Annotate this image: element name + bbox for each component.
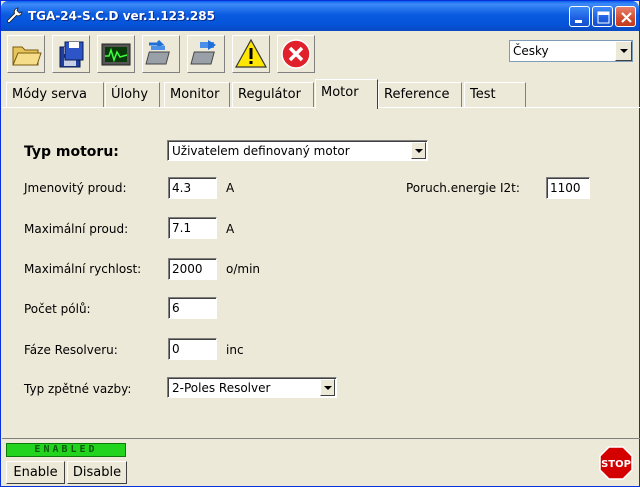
tab-label: Módy serva <box>12 87 88 102</box>
tab-label: Úlohy <box>111 87 149 102</box>
stop-button[interactable]: STOP <box>598 445 634 483</box>
upload-button[interactable] <box>187 35 225 73</box>
chevron-down-icon[interactable] <box>411 142 426 159</box>
max-current-field[interactable]: 7.1 <box>168 217 217 239</box>
fault-energy-label: Poruch.energie I2t: <box>406 181 520 195</box>
tab-reference[interactable]: Reference <box>378 82 462 107</box>
resolver-phase-value: 0 <box>172 342 180 356</box>
feedback-type-value: 2-Poles Resolver <box>172 381 271 395</box>
disable-button[interactable]: Disable <box>67 461 127 484</box>
chevron-down-icon[interactable] <box>320 379 335 396</box>
tab-label: Motor <box>321 85 359 100</box>
tab-label: Monitor <box>170 87 220 102</box>
warning-button[interactable] <box>232 35 270 73</box>
tab-motor[interactable]: Motor <box>315 79 378 109</box>
max-speed-label: Maximální rychlost: <box>24 262 142 276</box>
warning-icon <box>235 38 267 68</box>
monitor-scope-icon <box>101 43 131 66</box>
maximize-icon <box>597 11 610 24</box>
max-current-label: Maximální proud: <box>24 222 129 236</box>
max-speed-value: 2000 <box>172 262 203 276</box>
enabled-indicator: ENABLED <box>6 443 126 457</box>
feedback-type-label: Typ zpětné vazby: <box>24 382 132 396</box>
feedback-type-select[interactable]: 2-Poles Resolver <box>167 377 337 398</box>
fault-energy-field[interactable]: 1100 <box>546 177 590 199</box>
max-speed-unit: o/min <box>226 262 261 276</box>
title-bar[interactable]: TGA-24-S.C.D ver.1.123.285 <box>1 1 639 31</box>
tab-label: Reference <box>384 87 450 102</box>
motor-type-value: Uživatelem definovaný motor <box>172 144 350 158</box>
disable-label: Disable <box>72 465 122 480</box>
download-chip-icon <box>145 39 170 65</box>
poles-field[interactable]: 6 <box>168 297 217 319</box>
error-button[interactable] <box>277 35 315 73</box>
open-folder-icon <box>12 46 42 66</box>
resolver-phase-label: Fáze Resolveru: <box>24 343 118 357</box>
motor-type-select[interactable]: Uživatelem definovaný motor <box>167 140 428 161</box>
enable-button[interactable]: Enable <box>6 461 65 484</box>
panel-divider <box>2 438 640 439</box>
tab-monitor[interactable]: Monitor <box>164 82 230 107</box>
max-current-unit: A <box>226 222 235 236</box>
resolver-phase-unit: inc <box>226 343 244 357</box>
enabled-text: ENABLED <box>34 444 98 455</box>
maximize-button[interactable] <box>592 6 613 27</box>
motor-type-label: Typ motoru: <box>24 144 119 160</box>
app-window: TGA-24-S.C.D ver.1.123.285 Česky Módy se… <box>0 0 640 487</box>
tab-regulator[interactable]: Regulátor <box>232 82 314 107</box>
window-title: TGA-24-S.C.D ver.1.123.285 <box>28 9 215 23</box>
max-current-value: 7.1 <box>172 221 192 235</box>
enable-label: Enable <box>13 465 58 480</box>
chevron-down-icon[interactable] <box>615 41 632 61</box>
save-button[interactable] <box>52 35 90 73</box>
max-speed-field[interactable]: 2000 <box>168 258 217 280</box>
monitor-button[interactable] <box>97 35 135 73</box>
tab-tasks[interactable]: Úlohy <box>105 82 160 107</box>
rated-current-value: 4.3 <box>172 181 192 195</box>
download-button[interactable] <box>142 35 180 73</box>
close-button[interactable] <box>615 6 636 27</box>
tab-label: Test <box>470 87 496 102</box>
minimize-button[interactable] <box>569 6 590 27</box>
poles-label: Počet pólů: <box>24 302 91 316</box>
language-select[interactable]: Česky <box>509 40 633 62</box>
tab-label: Regulátor <box>238 87 301 102</box>
save-disk-icon <box>59 41 84 68</box>
minimize-icon <box>575 20 582 23</box>
fault-energy-value: 1100 <box>550 181 581 195</box>
tab-test[interactable]: Test <box>464 82 526 107</box>
error-close-icon <box>281 39 311 69</box>
open-button[interactable] <box>7 35 45 73</box>
language-value: Česky <box>513 44 549 58</box>
upload-chip-icon <box>190 40 216 65</box>
rated-current-unit: A <box>226 181 235 195</box>
resolver-phase-field[interactable]: 0 <box>168 338 217 360</box>
tab-servo-modes[interactable]: Módy serva <box>6 82 104 107</box>
wrench-icon <box>6 7 23 24</box>
rated-current-label: Jmenovitý proud: <box>24 181 127 195</box>
close-icon <box>621 12 632 23</box>
poles-value: 6 <box>172 301 180 315</box>
stop-text: STOP <box>601 459 631 470</box>
rated-current-field[interactable]: 4.3 <box>168 177 217 199</box>
